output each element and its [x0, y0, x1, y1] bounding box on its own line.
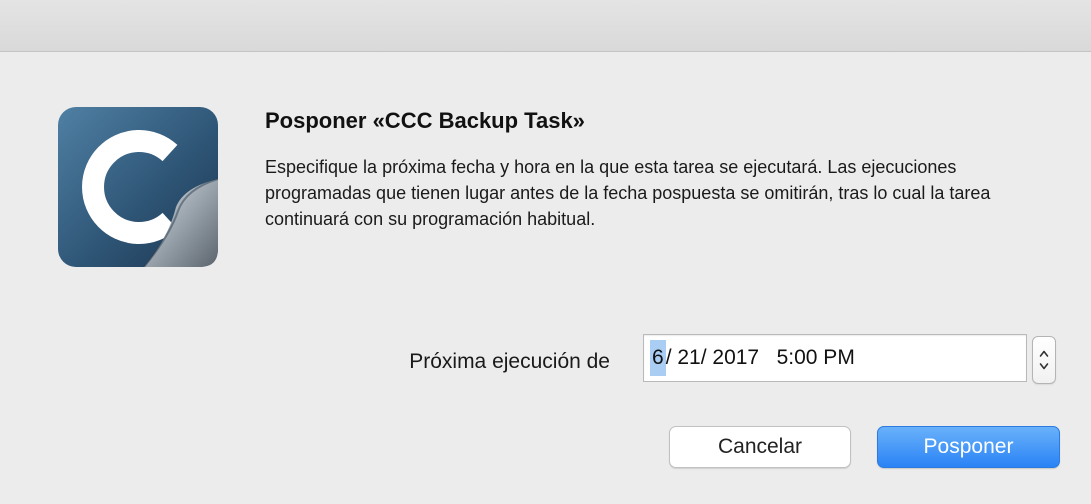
dialog-title: Posponer «CCC Backup Task»	[265, 108, 585, 133]
dialog-message: Especifique la próxima fecha y hora en l…	[265, 157, 991, 229]
window-titlebar	[0, 0, 1091, 52]
postpone-dialog: Posponer «CCC Backup Task» Especifique l…	[0, 52, 1091, 504]
carbon-copy-cloner-icon	[58, 107, 219, 268]
cancel-button[interactable]: Cancelar	[669, 426, 851, 468]
next-run-label: Próxima ejecución de	[409, 350, 610, 373]
postpone-button[interactable]: Posponer	[877, 426, 1060, 468]
date-month-segment[interactable]: 6	[650, 340, 666, 376]
up-down-stepper-icon	[1039, 350, 1049, 370]
date-rest-segments[interactable]: / 21/ 2017 5:00 PM	[666, 340, 855, 376]
next-run-date-field[interactable]: 6 / 21/ 2017 5:00 PM	[643, 334, 1027, 382]
date-stepper[interactable]	[1032, 336, 1056, 384]
